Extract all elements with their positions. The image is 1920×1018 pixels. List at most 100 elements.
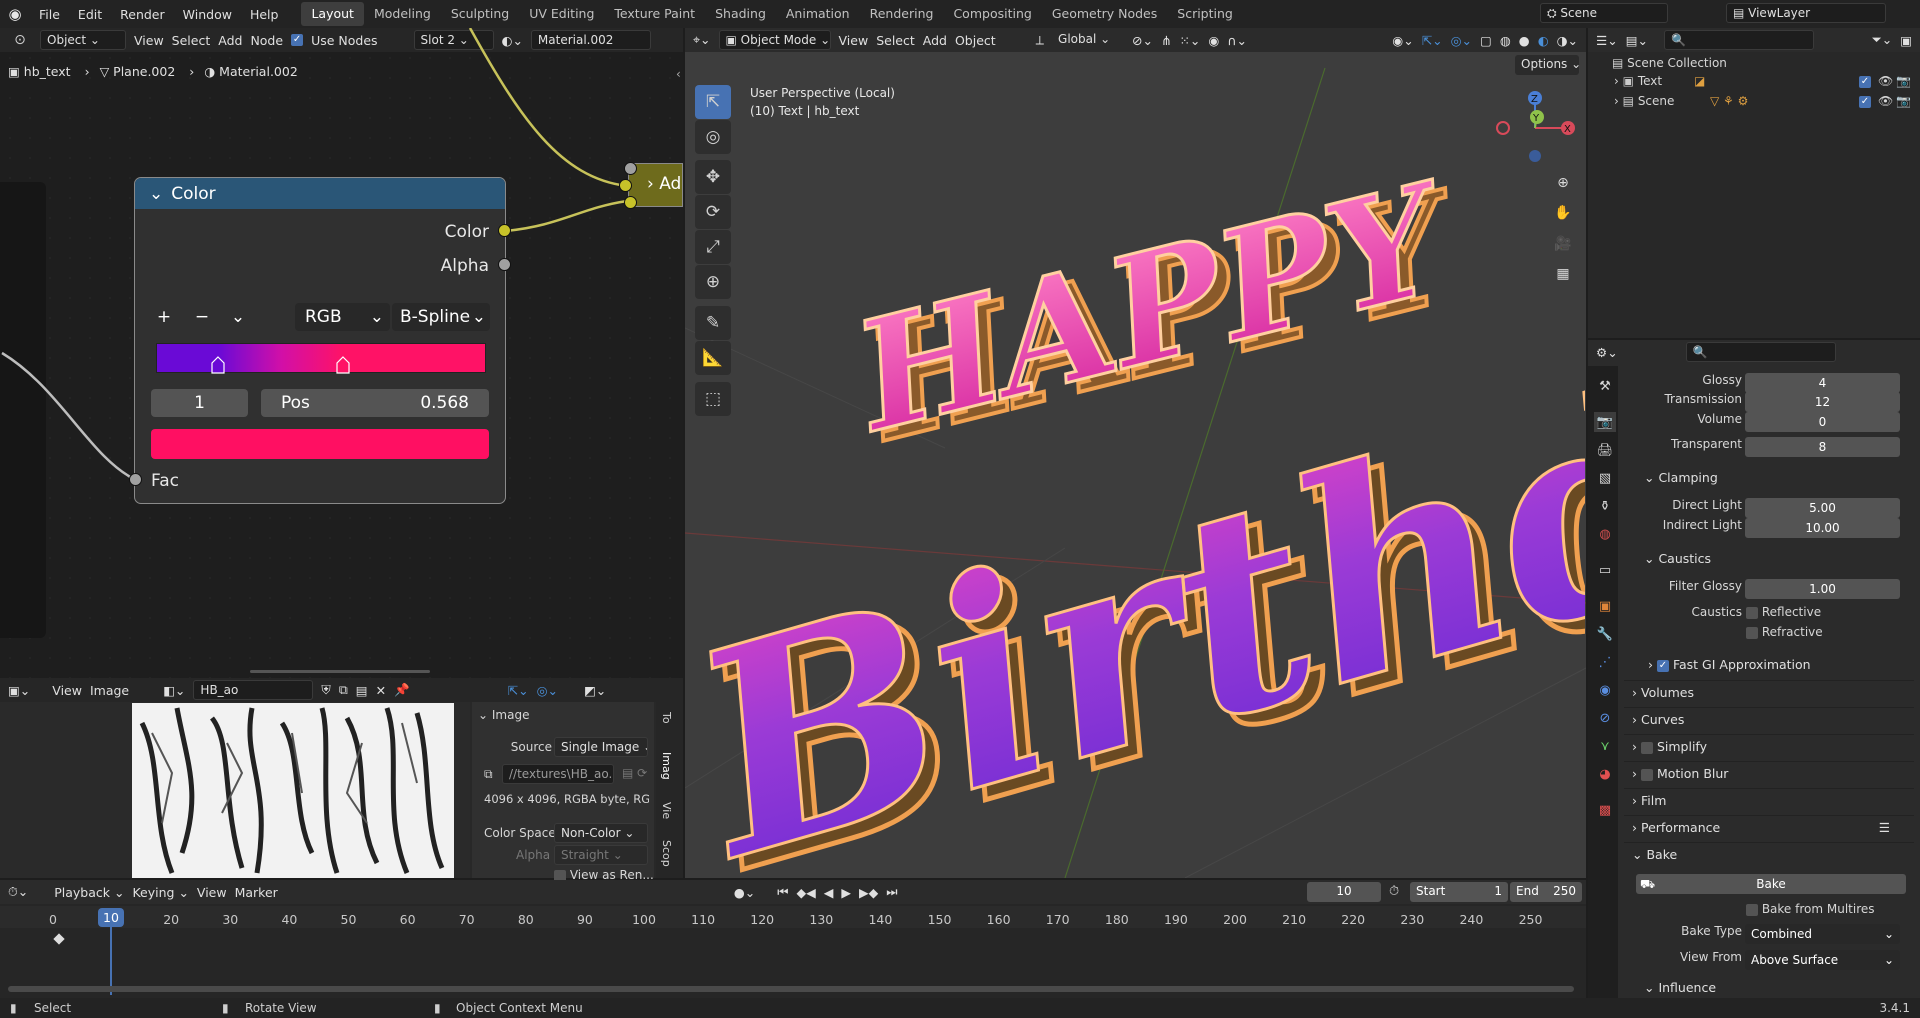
data-tab-icon[interactable]: ⋎ — [1594, 736, 1616, 756]
indirect-light-value[interactable]: 10.00 — [1745, 518, 1900, 538]
mode-select[interactable]: ▣ Object Mode ⌄ — [718, 30, 831, 50]
refractive-checkbox[interactable]: Refractive — [1746, 625, 1823, 639]
exclude-checkbox[interactable]: ✓ — [1859, 96, 1871, 108]
image-editor-type-icon[interactable]: ▣⌄ — [8, 683, 30, 698]
close-image-icon[interactable]: ✕ — [376, 683, 386, 698]
display-channels-icon[interactable]: ◩⌄ — [584, 683, 606, 698]
bake-type-select[interactable]: Combined ⌄ — [1745, 924, 1900, 944]
play-icon[interactable]: ▶ — [841, 885, 851, 900]
new-collection-icon[interactable]: ▣ — [1900, 33, 1912, 48]
section-film[interactable]: › Film — [1624, 788, 1914, 812]
stop-color-swatch[interactable] — [151, 429, 489, 459]
interpolation-select[interactable]: B-Spline ⌄ — [392, 303, 490, 331]
prop-value-glossy[interactable]: 4 — [1745, 373, 1900, 393]
ie-menu-view[interactable]: View — [52, 683, 82, 698]
expand-arrow-icon[interactable]: › — [1614, 74, 1619, 88]
jump-start-icon[interactable]: ⏮ — [777, 884, 788, 900]
display-mode-icon[interactable]: ▤⌄ — [1626, 33, 1648, 48]
view-layer-tab-icon[interactable]: ▧ — [1594, 468, 1616, 488]
material-tab-icon[interactable]: ◕ — [1594, 764, 1616, 784]
constraints-tab-icon[interactable]: ⊘ — [1594, 708, 1616, 728]
add-node-socket-2[interactable] — [619, 179, 632, 192]
overlay-toggle-icon[interactable]: ◎⌄ — [537, 683, 558, 698]
tab-scripting[interactable]: Scripting — [1167, 2, 1243, 26]
vp-menu-add[interactable]: Add — [923, 33, 947, 48]
eye-icon[interactable]: 👁 — [1878, 94, 1893, 108]
collapse-chevron-icon[interactable]: ⌄ — [149, 184, 163, 204]
texture-tab-icon[interactable]: ▩ — [1594, 800, 1616, 820]
material-shading-icon[interactable]: ◐ — [1538, 33, 1549, 48]
direct-light-value[interactable]: 5.00 — [1745, 498, 1900, 518]
reload-icon[interactable]: ▤ ⟳ — [622, 766, 647, 780]
camera-icon[interactable]: 📷 — [1896, 94, 1911, 108]
color-mode-select[interactable]: RGB ⌄ — [295, 303, 390, 331]
collection-tab-icon[interactable]: ▭ — [1594, 560, 1616, 580]
outliner-editor-type-icon[interactable]: ☰⌄ — [1596, 33, 1618, 48]
tab-sculpting[interactable]: Sculpting — [441, 2, 519, 26]
image-browse-icon[interactable]: ◧⌄ — [163, 683, 185, 698]
image-panel-section[interactable]: ⌄ Image — [478, 708, 529, 722]
prev-key-icon[interactable]: ◆◀ — [796, 885, 815, 900]
filter-icon[interactable]: ⏷⌄ — [1872, 32, 1892, 48]
ramp-stop-2[interactable] — [336, 356, 351, 374]
side-tab-image[interactable]: Imag — [660, 752, 673, 780]
pin-icon[interactable]: 📌 — [394, 682, 410, 698]
area-splitter[interactable] — [250, 670, 430, 673]
color-ramp-node[interactable]: ⌄ Color Color Alpha + − ⌄ RGB ⌄ B-Spline ⌄ … — [134, 177, 506, 504]
physics-tab-icon[interactable]: ◉ — [1594, 680, 1616, 700]
menu-edit[interactable]: Edit — [69, 7, 111, 22]
camera-icon[interactable]: 📷 — [1896, 74, 1911, 88]
end-frame-field[interactable]: End 250 — [1510, 882, 1582, 902]
add-node-socket-1[interactable] — [624, 162, 637, 175]
reflective-checkbox[interactable]: Reflective — [1746, 605, 1821, 619]
fast-gi-section[interactable]: › ✓ Fast GI Approximation — [1624, 653, 1914, 677]
tab-rendering[interactable]: Rendering — [860, 2, 944, 26]
caustics-section[interactable]: ⌄ Caustics — [1624, 547, 1914, 571]
node-editor-collapse-arrow[interactable]: ‹ — [676, 67, 681, 81]
menu-help[interactable]: Help — [241, 7, 288, 22]
pivot-icon[interactable]: ⊘⌄ — [1132, 33, 1153, 48]
pos-field[interactable]: Pos 0.568 — [261, 389, 489, 417]
exclude-checkbox[interactable]: ✓ — [1859, 76, 1871, 88]
fake-user-icon[interactable]: ⛨ — [321, 682, 330, 698]
tl-menu-view[interactable]: View — [197, 885, 227, 900]
view-layer-selector[interactable]: ▤ ViewLayer — [1726, 3, 1886, 23]
wireframe-shading-icon[interactable]: ◍ — [1500, 33, 1511, 48]
folder-icon[interactable]: ⧉ — [484, 767, 493, 782]
current-frame-field[interactable]: 10 — [1307, 882, 1381, 902]
menu-playback[interactable]: Playback ⌄ — [54, 885, 124, 900]
tool-tab-icon[interactable]: ⚒ — [1594, 376, 1616, 396]
color-ramp-gradient[interactable] — [156, 343, 486, 373]
eye-icon[interactable]: 👁 — [1878, 74, 1893, 88]
orientation-select[interactable]: Global ⌄ — [1052, 30, 1124, 50]
tab-animation[interactable]: Animation — [776, 2, 860, 26]
active-stop-index[interactable]: 1 — [151, 389, 248, 417]
remove-stop-button[interactable]: − — [189, 303, 215, 331]
preview-range-icon[interactable]: ⏱ — [1389, 884, 1399, 899]
image-name-field[interactable]: HB_ao — [193, 680, 314, 700]
jump-end-icon[interactable]: ⏭ — [886, 884, 897, 900]
outliner-item-scene[interactable]: › ▤ Scene ▽ ⚘ ⚙ ✓ 👁 📷 — [1614, 94, 1914, 112]
modifier-tab-icon[interactable]: 🔧 — [1594, 624, 1616, 644]
bake-from-multires-checkbox[interactable]: Bake from Multires — [1746, 902, 1875, 916]
expand-arrow-icon[interactable]: › — [1614, 94, 1619, 108]
side-tab-scopes[interactable]: Scop — [660, 840, 673, 867]
fast-gi-checkbox[interactable]: ✓ — [1656, 659, 1669, 672]
side-tab-view[interactable]: Vie — [660, 802, 673, 819]
overlays-icon[interactable]: ◎⌄ — [1451, 33, 1472, 48]
section-motion-blur[interactable]: › Motion Blur — [1624, 761, 1914, 785]
open-image-icon[interactable]: ▤ — [356, 683, 368, 698]
source-select[interactable]: Single Image ⌄ — [554, 737, 648, 757]
ramp-menu-button[interactable]: ⌄ — [225, 303, 251, 331]
bake-button[interactable]: ⛟ Bake — [1636, 874, 1906, 894]
section-curves[interactable]: › Curves — [1624, 707, 1914, 731]
object-tab-icon[interactable]: ▣ — [1594, 596, 1616, 616]
filter-glossy-value[interactable]: 1.00 — [1745, 579, 1900, 599]
add-stop-button[interactable]: + — [151, 303, 177, 331]
scene-selector[interactable]: ⛭ Scene — [1540, 3, 1668, 23]
prop-value-transmission[interactable]: 12 — [1745, 392, 1900, 412]
transform-orientation-icon[interactable]: ⟂ — [1036, 32, 1044, 48]
xray-icon[interactable]: ▢ — [1480, 33, 1492, 48]
new-image-icon[interactable]: ⧉ — [339, 682, 348, 698]
tab-texture-paint[interactable]: Texture Paint — [604, 2, 705, 26]
